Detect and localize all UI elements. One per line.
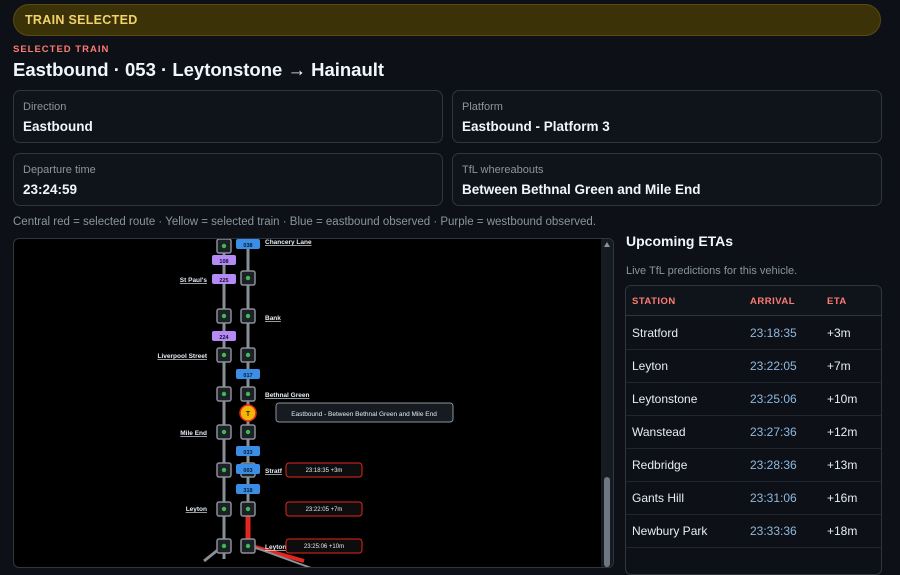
station-cell: Leytonstone [632,392,698,406]
station-cell: Wanstead [632,425,686,439]
col-eta: ETA [827,296,847,307]
selected-train-marker-label: T [246,411,251,418]
station-label-chancery-lane[interactable]: Chancery Lane [265,239,312,246]
eta-map-label-text: 23:18:35 +3m [306,468,343,474]
eta-map-label-text: 23:25:06 +10m [304,544,344,550]
eta-cell: +13m [827,458,858,472]
station-cell: Leyton [632,359,669,373]
station-cell: Redbridge [632,458,688,472]
arrival-cell: 23:25:06 [750,392,797,406]
selected-train-label: SELECTED TRAIN [13,44,110,55]
arrival-cell: 23:33:36 [750,524,797,538]
eta-map-label-text: 23:22:05 +7m [306,507,343,513]
station-dot [245,506,251,512]
station-cell: Newbury Park [632,524,708,538]
station-dot [221,243,227,249]
direction-card: Direction Eastbound [13,90,443,143]
station-dot [245,313,251,319]
map-scrollbar[interactable] [601,239,613,567]
whereabouts-card: TfL whereabouts Between Bethnal Green an… [452,153,882,206]
train-108-label: 108 [219,259,228,265]
station-dot [245,275,251,281]
eta-table: STATION ARRIVAL ETA Stratford 23:18:35 +… [625,285,882,575]
eta-cell: +12m [827,425,858,439]
station-dot [245,429,251,435]
train-038-label: 038 [243,243,252,249]
train-003-label: 003 [243,468,252,474]
whereabouts-label: TfL whereabouts [462,164,544,176]
col-station: STATION [632,296,676,307]
eta-table-header: STATION ARRIVAL ETA [626,286,881,316]
direction-value: Eastbound [23,119,93,134]
train-224-label: 224 [219,335,229,341]
station-cell: Stratford [632,326,679,340]
eta-cell: +16m [827,491,858,505]
station-dot [221,313,227,319]
table-row: Leytonstone 23:25:06 +10m [626,382,881,416]
eta-cell: +7m [827,359,851,373]
train-selected-banner: TRAIN SELECTED [13,4,881,36]
table-row: Newbury Park 23:33:36 +18m [626,514,881,548]
eta-cell: +10m [827,392,858,406]
upcoming-etas-title: Upcoming ETAs [626,233,734,249]
col-arrival: ARRIVAL [750,296,796,307]
station-dot [221,467,227,473]
table-row: Leyton 23:22:05 +7m [626,349,881,383]
arrival-cell: 23:27:36 [750,425,797,439]
train-318-label: 318 [243,488,252,494]
train-017-label: 017 [243,373,252,379]
station-label-st-pauls[interactable]: St Paul's [180,277,208,284]
station-label-leytonstone[interactable]: Leyton [265,544,286,551]
arrival-cell: 23:31:06 [750,491,797,505]
banner-label: TRAIN SELECTED [25,13,138,27]
departure-time-value: 23:24:59 [23,182,78,197]
scroll-up-arrow-icon[interactable] [604,242,610,247]
upcoming-etas-subtitle: Live TfL predictions for this vehicle. [626,265,798,277]
whereabouts-value: Between Bethnal Green and Mile End [462,182,701,197]
table-row: Stratford 23:18:35 +3m [626,316,881,350]
direction-label: Direction [23,101,67,113]
map-legend-text: Central red = selected route · Yellow = … [13,216,597,228]
arrival-cell: 23:18:35 [750,326,797,340]
arrival-cell: 23:28:36 [750,458,797,472]
departure-time-label: Departure time [23,164,96,176]
station-label-bank[interactable]: Bank [265,315,281,322]
route-map[interactable]: 038 108 225 224 017 033 003 318 T Eastbo… [13,238,614,568]
train-225-label: 225 [219,278,228,284]
station-label-liverpool-street[interactable]: Liverpool Street [158,353,208,360]
station-dot [221,352,227,358]
station-label-mile-end[interactable]: Mile End [180,430,207,437]
platform-value: Eastbound - Platform 3 [462,119,610,134]
train-033-label: 033 [243,450,252,456]
station-label-stratford[interactable]: Stratf [265,468,283,475]
station-dot [245,352,251,358]
platform-card: Platform Eastbound - Platform 3 [452,90,882,143]
page-title: Eastbound · 053 · Leytonstone → Hainault [13,59,385,80]
table-row: Gants Hill 23:31:06 +16m [626,481,881,515]
eta-cell: +3m [827,326,851,340]
station-dot [221,429,227,435]
station-dot [221,506,227,512]
station-label-leyton[interactable]: Leyton [186,506,207,513]
station-dot [245,391,251,397]
table-row: Wanstead 23:27:36 +12m [626,415,881,449]
selected-train-tooltip-text: Eastbound - Between Bethnal Green and Mi… [291,411,437,418]
map-scrollbar-thumb[interactable] [604,477,610,567]
station-dot [221,391,227,397]
station-dot [221,543,227,549]
eta-cell: +18m [827,524,858,538]
route-map-canvas[interactable]: 038 108 225 224 017 033 003 318 T Eastbo… [14,239,614,568]
platform-label: Platform [462,101,503,113]
station-cell: Gants Hill [632,491,685,505]
arrival-cell: 23:22:05 [750,359,797,373]
departure-time-card: Departure time 23:24:59 [13,153,443,206]
station-label-bethnal-green[interactable]: Bethnal Green [265,392,309,399]
table-row: Redbridge 23:28:36 +13m [626,448,881,482]
station-dot [245,543,251,549]
